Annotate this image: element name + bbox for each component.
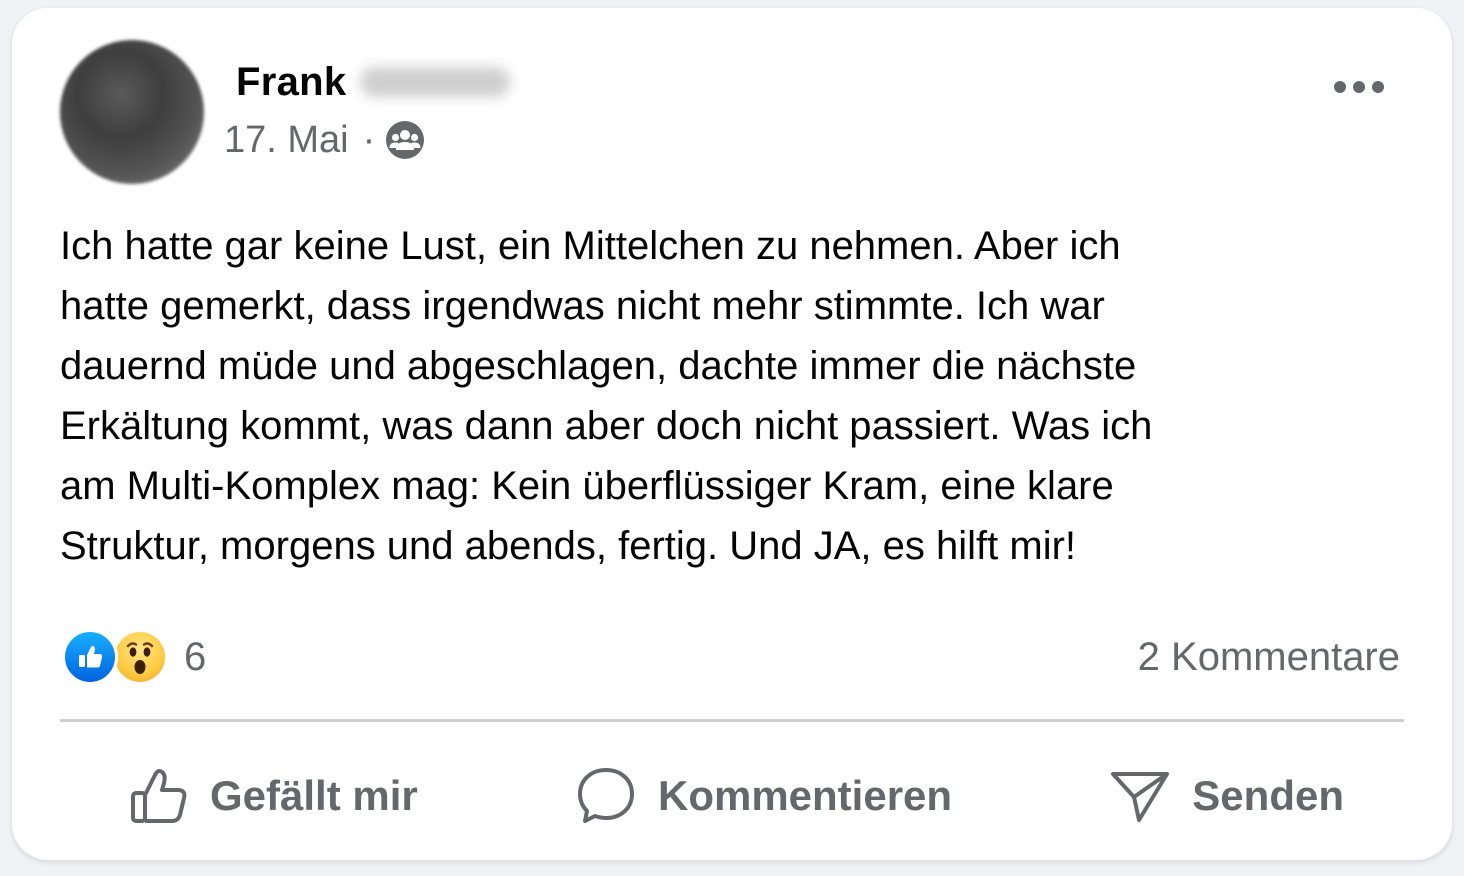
friends-icon[interactable] xyxy=(385,120,425,160)
more-horizontal-icon xyxy=(1334,81,1384,93)
reactions-summary[interactable]: 6 xyxy=(62,628,206,686)
author-avatar[interactable] xyxy=(60,40,204,184)
post-meta: 17. Mai · xyxy=(224,116,425,164)
comment-bubble-icon xyxy=(577,768,634,823)
reaction-count: 6 xyxy=(184,634,207,679)
like-reaction-icon xyxy=(62,629,118,685)
comments-count-link[interactable]: 2 Kommentare xyxy=(1138,628,1400,686)
like-button[interactable]: Gefällt mir xyxy=(104,756,442,836)
more-options-button[interactable] xyxy=(1324,64,1394,110)
post-card: Frank 17. Mai · Ich hatte gar keine Lust… xyxy=(12,8,1452,860)
divider xyxy=(60,719,1404,722)
meta-separator: · xyxy=(362,118,376,161)
send-button[interactable]: Senden xyxy=(1084,756,1368,836)
post-text: Ich hatte gar keine Lust, ein Mittelchen… xyxy=(60,224,1153,568)
like-button-label: Gefällt mir xyxy=(210,772,418,819)
author-surname-redacted xyxy=(360,67,511,97)
comment-button-label: Kommentieren xyxy=(657,772,953,819)
author-row: Frank xyxy=(236,58,511,106)
wow-reaction-icon xyxy=(112,629,168,685)
comment-button[interactable]: Kommentieren xyxy=(550,756,976,836)
send-button-label: Senden xyxy=(1192,772,1344,819)
send-icon xyxy=(1111,772,1170,822)
thumbs-up-icon xyxy=(131,769,187,823)
author-name[interactable]: Frank xyxy=(236,60,346,105)
action-bar: Gefällt mir Kommentieren Senden xyxy=(60,748,1404,844)
post-date[interactable]: 17. Mai xyxy=(224,119,349,162)
